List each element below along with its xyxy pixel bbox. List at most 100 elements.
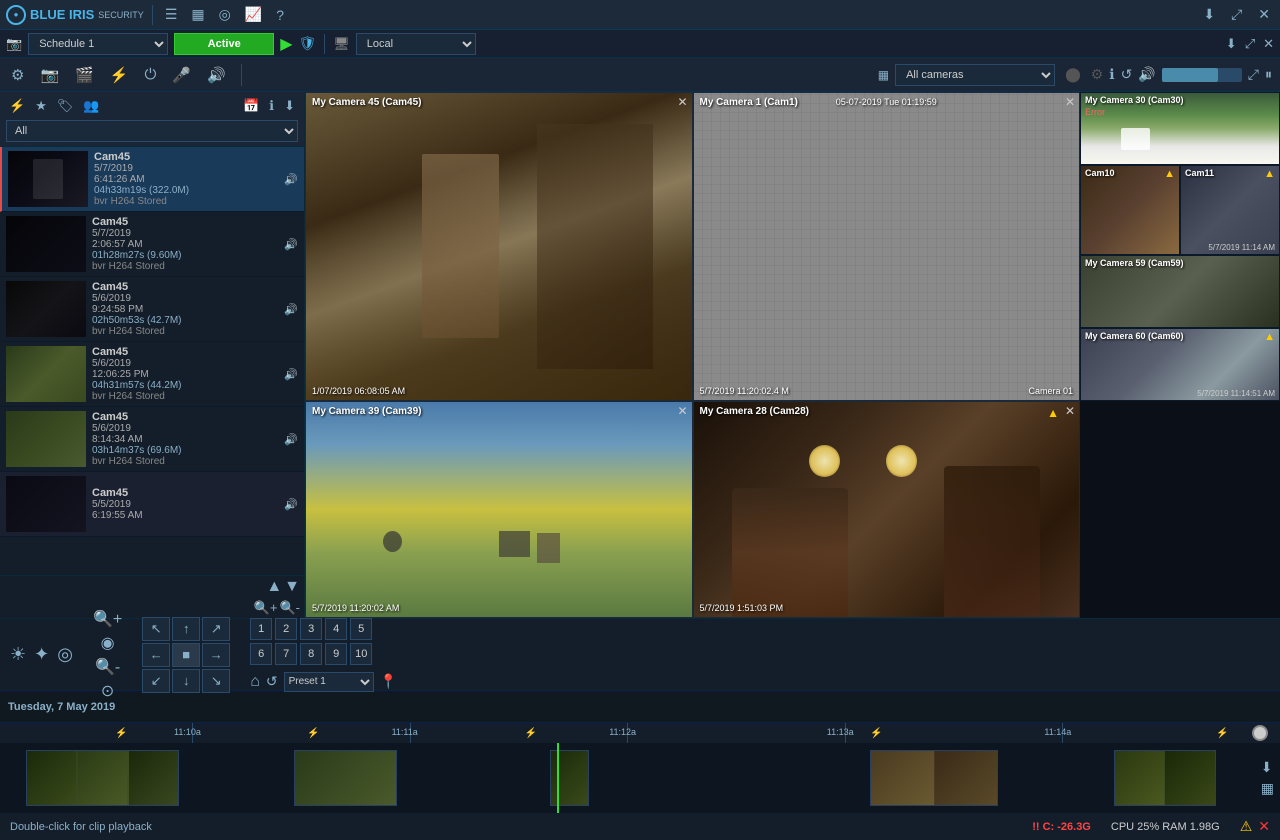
timeline-clip-5[interactable] xyxy=(1114,750,1216,806)
timeline-area[interactable]: 11:10a 11:11a 11:12a 11:13a 11:14a ⚡ ⚡ ⚡… xyxy=(0,722,1280,812)
light2-icon[interactable]: ✦ xyxy=(34,644,49,665)
download-icon[interactable]: ⬇ xyxy=(1199,4,1219,25)
timeline-clip-4[interactable] xyxy=(870,750,998,806)
power-icon[interactable]: ⏻ xyxy=(142,64,160,85)
camera-feed-cam10[interactable]: Cam10 ▲ xyxy=(1080,165,1180,255)
clip-volume-icon[interactable]: 🔊 xyxy=(284,303,298,316)
shield-icon[interactable]: 🛡 xyxy=(299,35,317,52)
zoom-out-list-icon[interactable]: 🔍- xyxy=(279,600,300,616)
light1-icon[interactable]: ☀ xyxy=(10,644,26,665)
clip-item[interactable]: Cam45 5/7/2019 6:41:26 AM 04h33m19s (322… xyxy=(0,147,304,212)
menu-icon[interactable]: ☰ xyxy=(161,4,182,25)
ptz-refresh-icon[interactable]: ↺ xyxy=(266,673,278,690)
camera-feed-cam45[interactable]: My Camera 45 (Cam45) ✕ 1/07/2019 06:08:0… xyxy=(305,92,693,401)
cam45-close[interactable]: ✕ xyxy=(677,95,687,109)
cam28-close[interactable]: ✕ xyxy=(1065,404,1075,418)
cam1-close[interactable]: ✕ xyxy=(1065,95,1075,109)
ptz-num-8[interactable]: 8 xyxy=(300,643,322,665)
fullscreen-icon[interactable]: ⤢ xyxy=(1245,36,1255,52)
ptz-num-7[interactable]: 7 xyxy=(275,643,297,665)
ptz-center-btn[interactable]: ■ xyxy=(172,643,200,667)
timeline-clip-2[interactable] xyxy=(294,750,396,806)
settings-cog-icon[interactable]: ⚙ xyxy=(1091,66,1104,83)
camera-icon[interactable]: ◎ xyxy=(215,4,235,25)
info-icon[interactable]: ℹ xyxy=(1109,66,1114,83)
zoom-in-btn[interactable]: 🔍+ xyxy=(93,609,122,629)
help-icon[interactable]: ? xyxy=(272,5,288,25)
close-icon[interactable]: ✕ xyxy=(1254,4,1274,25)
scroll-up-btn[interactable]: ▲ xyxy=(266,578,282,596)
scroll-down-icon[interactable]: ⬇ xyxy=(281,96,298,116)
timeline-scrubber[interactable] xyxy=(1252,725,1268,741)
camera-feed-cam60[interactable]: My Camera 60 (Cam60) ▲ 5/7/2019 11:14:51… xyxy=(1080,328,1280,401)
focus-icon[interactable]: ◉ xyxy=(101,633,115,653)
grid-icon[interactable]: ▦ xyxy=(187,4,208,25)
clip-volume-icon[interactable]: 🔊 xyxy=(284,498,298,511)
expand-icon[interactable]: ⤢ xyxy=(1227,4,1246,25)
schedule-select[interactable]: Schedule 1 xyxy=(28,33,168,55)
camera-feed-cam30[interactable]: My Camera 30 (Cam30) Error xyxy=(1080,92,1280,165)
refresh-icon[interactable]: ↺ xyxy=(1121,66,1133,83)
clip-volume-icon[interactable]: 🔊 xyxy=(284,433,298,446)
play-button[interactable]: ▶ xyxy=(280,34,292,54)
zoom-out-btn[interactable]: 🔍- xyxy=(95,657,120,677)
ptz-downleft-btn[interactable]: ↙ xyxy=(142,669,170,693)
download-right-icon[interactable]: ⬇ xyxy=(1226,36,1237,52)
timeline-clip-1[interactable] xyxy=(26,750,180,806)
tag-icon[interactable]: 🏷 xyxy=(54,96,77,116)
ptz-up-btn[interactable]: ↑ xyxy=(172,617,200,641)
home-icon[interactable]: ⌂ xyxy=(250,673,260,691)
clip-item[interactable]: Cam45 5/5/2019 6:19:55 AM 🔊 xyxy=(0,472,304,537)
clip-volume-icon[interactable]: 🔊 xyxy=(284,238,298,251)
ptz-num-10[interactable]: 10 xyxy=(350,643,372,665)
clip-item[interactable]: Cam45 5/6/2019 8:14:34 AM 03h14m37s (69.… xyxy=(0,407,304,472)
camera-feed-cam59[interactable]: My Camera 59 (Cam59) xyxy=(1080,255,1280,328)
speaker-icon[interactable]: 🔊 xyxy=(204,64,229,86)
camera-filter-select[interactable]: All cameras xyxy=(895,64,1055,86)
volume-slider[interactable] xyxy=(1162,68,1242,82)
record-icon[interactable]: 🎬 xyxy=(72,64,97,86)
ptz-right-btn[interactable]: → xyxy=(202,643,230,667)
close-right-icon[interactable]: ✕ xyxy=(1263,36,1274,52)
location-select[interactable]: Local xyxy=(356,33,476,55)
camera-feed-cam1[interactable]: My Camera 1 (Cam1) ✕ 05-07-2019 Tue 01:1… xyxy=(693,92,1081,401)
star-icon[interactable]: ★ xyxy=(32,96,50,116)
pause-icon[interactable]: ⏸ xyxy=(1265,66,1272,83)
ptz-downright-btn[interactable]: ↘ xyxy=(202,669,230,693)
clip-volume-icon[interactable]: 🔊 xyxy=(284,368,298,381)
volume-icon[interactable]: 🔊 xyxy=(1138,66,1155,83)
calendar-icon[interactable]: 📅 xyxy=(240,96,262,116)
trigger-icon[interactable]: ⚡ xyxy=(107,64,132,86)
cam39-close[interactable]: ✕ xyxy=(677,404,687,418)
scroll-down-btn[interactable]: ▼ xyxy=(284,578,300,596)
timeline-grid-icon[interactable]: ▦ xyxy=(1261,780,1274,797)
ptz-upleft-btn[interactable]: ↖ xyxy=(142,617,170,641)
ptz-num-6[interactable]: 6 xyxy=(250,643,272,665)
camera-feed-cam39[interactable]: My Camera 39 (Cam39) ✕ 5/7/2019 11:20:02… xyxy=(305,401,693,618)
focus-dot-icon[interactable]: ⊙ xyxy=(101,681,114,701)
mic-icon[interactable]: 🎤 xyxy=(169,64,194,86)
ptz-num-9[interactable]: 9 xyxy=(325,643,347,665)
camera-feed-cam28[interactable]: My Camera 28 (Cam28) ✕ 5/7/2019 1:51:03 … xyxy=(693,401,1081,618)
clip-item[interactable]: Cam45 5/7/2019 2:06:57 AM 01h28m27s (9.6… xyxy=(0,212,304,277)
ptz-left-btn[interactable]: ← xyxy=(142,643,170,667)
lightning-icon[interactable]: ⚡ xyxy=(6,96,28,116)
chart-icon[interactable]: 📈 xyxy=(241,4,266,25)
ptz-upright-btn[interactable]: ↗ xyxy=(202,617,230,641)
ptz-location-icon[interactable]: 📍 xyxy=(380,673,397,690)
timeline-clips[interactable]: ⬇ ▦ xyxy=(0,743,1280,813)
ptz-num-5[interactable]: 5 xyxy=(350,618,372,640)
ptz-num-1[interactable]: 1 xyxy=(250,618,272,640)
ptz-down-btn[interactable]: ↓ xyxy=(172,669,200,693)
preset-select[interactable]: Preset 1 xyxy=(284,672,374,692)
maximize-icon[interactable]: ⤢ xyxy=(1248,66,1259,83)
clip-volume-icon[interactable]: 🔊 xyxy=(284,173,298,186)
ptz-num-2[interactable]: 2 xyxy=(275,618,297,640)
ptz-num-4[interactable]: 4 xyxy=(325,618,347,640)
ptz-num-3[interactable]: 3 xyxy=(300,618,322,640)
snapshot-icon[interactable]: 📷 xyxy=(37,64,62,86)
info2-icon[interactable]: ℹ xyxy=(266,96,277,116)
all-filter-select[interactable]: All xyxy=(6,120,298,142)
ptz-point-icon[interactable]: ◎ xyxy=(57,644,73,665)
settings-icon[interactable]: ⚙ xyxy=(8,64,27,86)
